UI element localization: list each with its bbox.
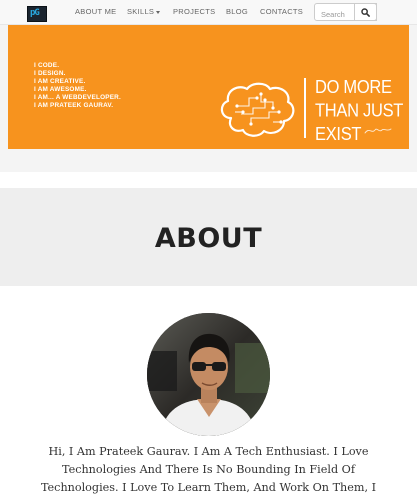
tagline: I AM AWESOME. [34, 86, 87, 94]
search-icon [361, 7, 370, 17]
signature-scribble [364, 128, 392, 134]
nav-item-contacts[interactable]: CONTACTS [260, 7, 303, 16]
nav-item-skills[interactable]: SKILLS [127, 7, 161, 16]
nav-item-about-me[interactable]: ABOUT ME [75, 7, 116, 16]
chevron-down-icon [156, 10, 161, 14]
nav-item-skills-label: SKILLS [127, 7, 155, 16]
slogan-line: DO MORE [315, 77, 392, 98]
about-title: ABOUT [154, 223, 263, 254]
nav-item-projects[interactable]: PROJECTS [173, 7, 215, 16]
search-button[interactable] [354, 3, 377, 21]
tagline-list: I CODE. I DESIGN. I AM CREATIVE. I AM AW… [34, 62, 121, 111]
tagline: I DESIGN. [34, 70, 66, 78]
bio-text: Hi, I Am Prateek Gaurav. I Am A Tech Ent… [40, 445, 377, 494]
banner-divider [304, 78, 306, 138]
tagline: I AM PRATEEK GAURAV. [34, 102, 114, 110]
nav-item-blog[interactable]: BLOG [226, 7, 248, 16]
circuit-brain-icon [220, 82, 295, 137]
tagline: I AM... A WEBDEVELOPER. [34, 94, 121, 102]
navbar: pG ABOUT ME SKILLS PROJECTS BLOG CONTACT… [0, 0, 417, 25]
profile-photo [147, 313, 270, 436]
tagline: I CODE. [34, 62, 60, 69]
tagline: I AM CREATIVE. [34, 78, 86, 86]
brand-logo-text: pG [30, 8, 40, 18]
brand-logo[interactable]: pG [27, 6, 47, 22]
profile-avatar [147, 313, 270, 436]
slogan-line: THAN JUST [315, 100, 404, 121]
